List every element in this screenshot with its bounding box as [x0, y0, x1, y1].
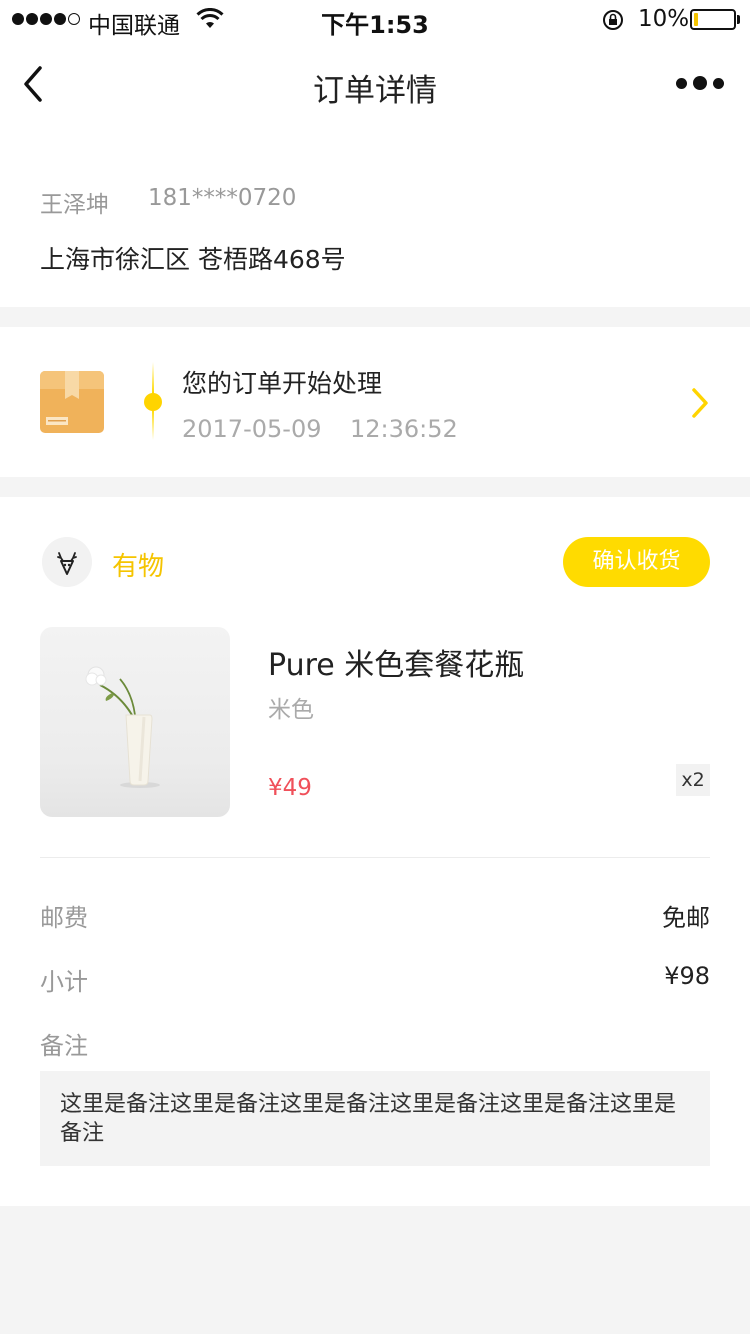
- nav-bar: 订单详情: [0, 40, 750, 128]
- chevron-right-icon[interactable]: [688, 387, 712, 419]
- subtotal-label: 小计: [40, 968, 88, 996]
- product-price: ¥49: [268, 775, 312, 801]
- orientation-lock-icon: [603, 10, 623, 30]
- recipient-phone: 181****0720: [148, 185, 297, 211]
- remark-text: 这里是备注这里是备注这里是备注这里是备注这里是备注这里是备注: [40, 1071, 710, 1166]
- shipping-value: 免邮: [662, 904, 710, 932]
- vase-illustration: [85, 666, 160, 788]
- remark-label: 备注: [40, 1032, 88, 1060]
- more-dots-icon[interactable]: [676, 76, 724, 90]
- status-bar: 中国联通 下午1:53 10%: [0, 0, 750, 40]
- battery-percent: 10%: [638, 6, 690, 32]
- timeline-dot: [144, 393, 162, 411]
- package-box-icon: [40, 371, 104, 433]
- shop-name[interactable]: 有物: [112, 546, 164, 583]
- confirm-receipt-button[interactable]: 确认收货: [563, 537, 710, 587]
- subtotal-value: ¥98: [664, 962, 710, 990]
- logistics-status: 您的订单开始处理: [182, 369, 383, 398]
- address-card: 王泽坤 181****0720 上海市徐汇区 苍梧路468号: [0, 128, 750, 307]
- order-card: 有物 确认收货 Pure 米色套餐花瓶 米色 ¥49 x2 邮费 免邮 小计 ¥…: [0, 497, 750, 1206]
- address-line: 上海市徐汇区 苍梧路468号: [40, 245, 346, 274]
- battery-icon: [690, 9, 736, 30]
- logistics-time: 12:36:52: [350, 415, 458, 443]
- shipping-label: 邮费: [40, 904, 88, 932]
- page-title: 订单详情: [313, 73, 437, 109]
- battery-tip: [737, 15, 740, 24]
- divider: [40, 857, 710, 858]
- vase-product-image[interactable]: [40, 627, 230, 817]
- product-quantity: x2: [676, 764, 710, 796]
- product-name[interactable]: Pure 米色套餐花瓶: [268, 640, 524, 684]
- deer-logo-icon[interactable]: [42, 537, 92, 587]
- logistics-date: 2017-05-09: [182, 415, 322, 443]
- logistics-status-row[interactable]: 您的订单开始处理 2017-05-09 12:36:52: [0, 327, 750, 477]
- recipient-name: 王泽坤: [40, 192, 109, 218]
- product-variant: 米色: [268, 697, 314, 723]
